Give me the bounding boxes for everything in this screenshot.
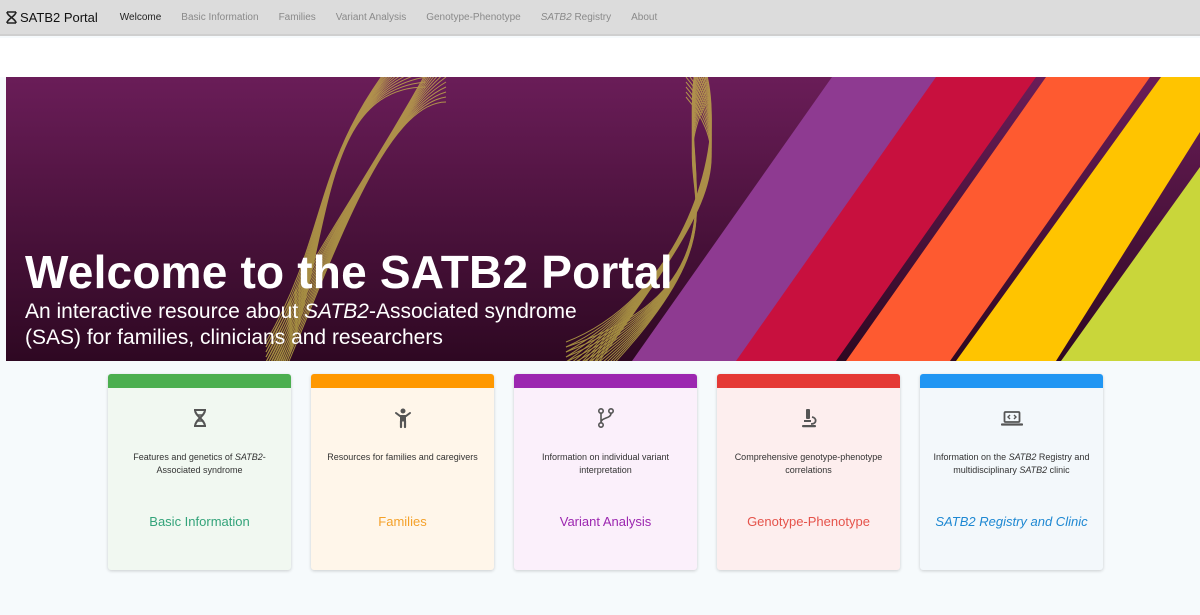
dna-icon xyxy=(193,409,206,427)
card-color-bar xyxy=(108,374,291,388)
card-color-bar xyxy=(717,374,900,388)
hero-banner: Welcome to the SATB2 Portal An interacti… xyxy=(6,77,1200,361)
card-description: Information on the SATB2 Registry and mu… xyxy=(933,452,1090,475)
card-basic-information[interactable]: Features and genetics of SATB2-Associate… xyxy=(108,374,291,570)
nav-about[interactable]: About xyxy=(631,12,657,23)
spacer-band xyxy=(0,38,1200,77)
card-link-basic-information[interactable]: Basic Information xyxy=(118,513,281,531)
hero-subtitle: An interactive resource about SATB2-Asso… xyxy=(25,300,577,349)
brand-name: SATB2 Portal xyxy=(20,9,98,25)
card-color-bar xyxy=(920,374,1103,388)
nav-registry-label: Registry xyxy=(574,11,612,23)
hero-title: Welcome to the SATB2 Portal xyxy=(25,246,673,298)
card-families[interactable]: Resources for families and caregivers Fa… xyxy=(311,374,494,570)
card-link-families[interactable]: Families xyxy=(321,513,484,531)
card-link-genotype-phenotype[interactable]: Genotype-Phenotype xyxy=(727,513,890,531)
card-description: Information on individual variant interp… xyxy=(541,452,670,475)
card-genotype-phenotype[interactable]: Comprehensive genotype-phenotype correla… xyxy=(717,374,900,570)
card-color-bar xyxy=(514,374,697,388)
nav-basic-information[interactable]: Basic Information xyxy=(181,12,258,23)
nav-welcome[interactable]: Welcome xyxy=(120,12,162,23)
dna-logo-icon xyxy=(6,10,17,24)
nav-genotype-phenotype[interactable]: Genotype-Phenotype xyxy=(426,12,521,23)
card-registry-clinic[interactable]: Information on the SATB2 Registry and mu… xyxy=(920,374,1103,570)
card-color-bar xyxy=(311,374,494,388)
microscope-icon xyxy=(801,409,817,428)
nav-families[interactable]: Families xyxy=(279,12,316,23)
card-description: Comprehensive genotype-phenotype correla… xyxy=(734,452,883,475)
brand-link[interactable]: SATB2 Portal xyxy=(6,10,98,25)
person-icon xyxy=(394,408,411,429)
branch-icon xyxy=(597,407,614,429)
card-description: Resources for families and caregivers xyxy=(327,452,478,462)
laptop-code-icon xyxy=(1000,411,1023,426)
nav-registry[interactable]: SATB2 Registry xyxy=(541,12,611,23)
card-variant-analysis[interactable]: Information on individual variant interp… xyxy=(514,374,697,570)
nav-variant-analysis[interactable]: Variant Analysis xyxy=(336,12,406,23)
top-navbar: SATB2 Portal Welcome Basic Information F… xyxy=(0,0,1200,36)
card-description: Features and genetics of SATB2-Associate… xyxy=(133,452,266,475)
nav-registry-gene: SATB2 xyxy=(540,11,572,23)
card-link-variant-analysis[interactable]: Variant Analysis xyxy=(524,513,687,531)
card-link-registry-clinic[interactable]: SATB2 Registry and Clinic xyxy=(930,513,1093,531)
